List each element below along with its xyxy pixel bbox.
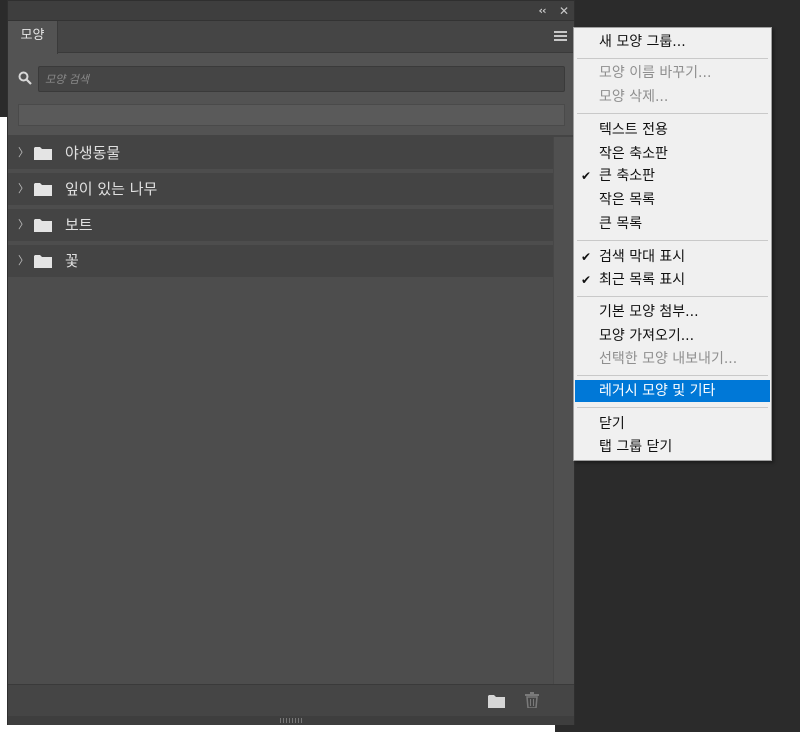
menu-rename-shape[interactable]: 모양 이름 바꾸기... [575,62,770,84]
menu-large-thumbnail-label: 큰 축소판 [599,168,655,184]
menu-small-thumbnail[interactable]: 작은 축소판 [575,143,770,165]
menu-separator [577,296,768,297]
menu-delete-shape[interactable]: 모양 삭제... [575,86,770,108]
panel-tab-bar: 모양 [8,21,574,54]
list-item-label: 야생동물 [65,144,121,162]
menu-large-thumbnail[interactable]: ✔ 큰 축소판 [575,165,770,187]
menu-separator [577,240,768,241]
folder-icon [34,183,52,196]
chevron-right-icon[interactable]: 〉 [18,146,29,160]
menu-separator [577,58,768,59]
folder-icon [34,147,52,160]
panel-context-menu: 새 모양 그룹... 모양 이름 바꾸기... 모양 삭제... 텍스트 전용 … [573,27,772,461]
menu-close-tab-group[interactable]: 탭 그룹 닫기 [575,436,770,458]
chevron-right-icon[interactable]: 〉 [18,218,29,232]
list-item[interactable]: 〉 잎이 있는 나무 [8,173,553,207]
menu-separator [577,113,768,114]
trash-icon[interactable] [525,692,539,708]
check-icon: ✔ [581,169,592,183]
list-item-label: 꽃 [65,252,79,270]
menu-large-list[interactable]: 큰 목록 [575,213,770,235]
new-group-folder-icon[interactable] [488,694,505,708]
menu-new-shape-group[interactable]: 새 모양 그룹... [575,31,770,53]
list-item[interactable]: 〉 야생동물 [8,137,553,171]
menu-append-default-shapes[interactable]: 기본 모양 첨부... [575,301,770,323]
search-row [8,53,574,103]
shapes-panel: ‹‹ ✕ 모양 〉 야생동물 〉 잎이 있는 나무 [7,0,575,725]
collapse-panel-button[interactable]: ‹‹ [534,3,550,19]
list-item-label: 보트 [65,216,93,234]
grip-dots [280,718,302,723]
menu-show-recent[interactable]: ✔ 최근 목록 표시 [575,269,770,291]
menu-show-search-bar[interactable]: ✔ 검색 막대 표시 [575,246,770,268]
panel-menu-icon[interactable] [554,31,567,41]
menu-separator [577,407,768,408]
menu-text-only[interactable]: 텍스트 전용 [575,119,770,141]
menu-show-search-bar-label: 검색 막대 표시 [599,249,686,265]
scrollbar-track[interactable] [553,137,574,684]
check-icon: ✔ [581,250,592,264]
menu-show-recent-label: 최근 목록 표시 [599,272,686,288]
menu-legacy-shapes[interactable]: 레거시 모양 및 기타 [575,380,770,402]
menu-export-selected-shapes[interactable]: 선택한 모양 내보내기... [575,348,770,370]
list-item[interactable]: 〉 보트 [8,209,553,243]
search-icon [18,71,32,85]
chevron-right-icon[interactable]: 〉 [18,182,29,196]
menu-close[interactable]: 닫기 [575,413,770,435]
folder-icon [34,219,52,232]
chevron-right-icon[interactable]: 〉 [18,254,29,268]
menu-small-list[interactable]: 작은 목록 [575,189,770,211]
panel-resize-grip[interactable] [8,716,574,725]
tab-shapes[interactable]: 모양 [8,21,58,54]
list-item[interactable]: 〉 꽃 [8,245,553,279]
list-item-label: 잎이 있는 나무 [65,180,158,198]
shape-group-list: 〉 야생동물 〉 잎이 있는 나무 〉 보트 〉 꽃 [8,137,553,684]
folder-icon [34,255,52,268]
menu-import-shapes[interactable]: 모양 가져오기... [575,325,770,347]
check-icon: ✔ [581,273,592,287]
close-panel-button[interactable]: ✕ [556,3,572,19]
recent-shapes-strip[interactable] [18,104,565,126]
panel-footer [8,684,574,716]
panel-title-bar: ‹‹ ✕ [8,1,574,21]
search-input[interactable] [38,66,565,92]
menu-separator [577,375,768,376]
